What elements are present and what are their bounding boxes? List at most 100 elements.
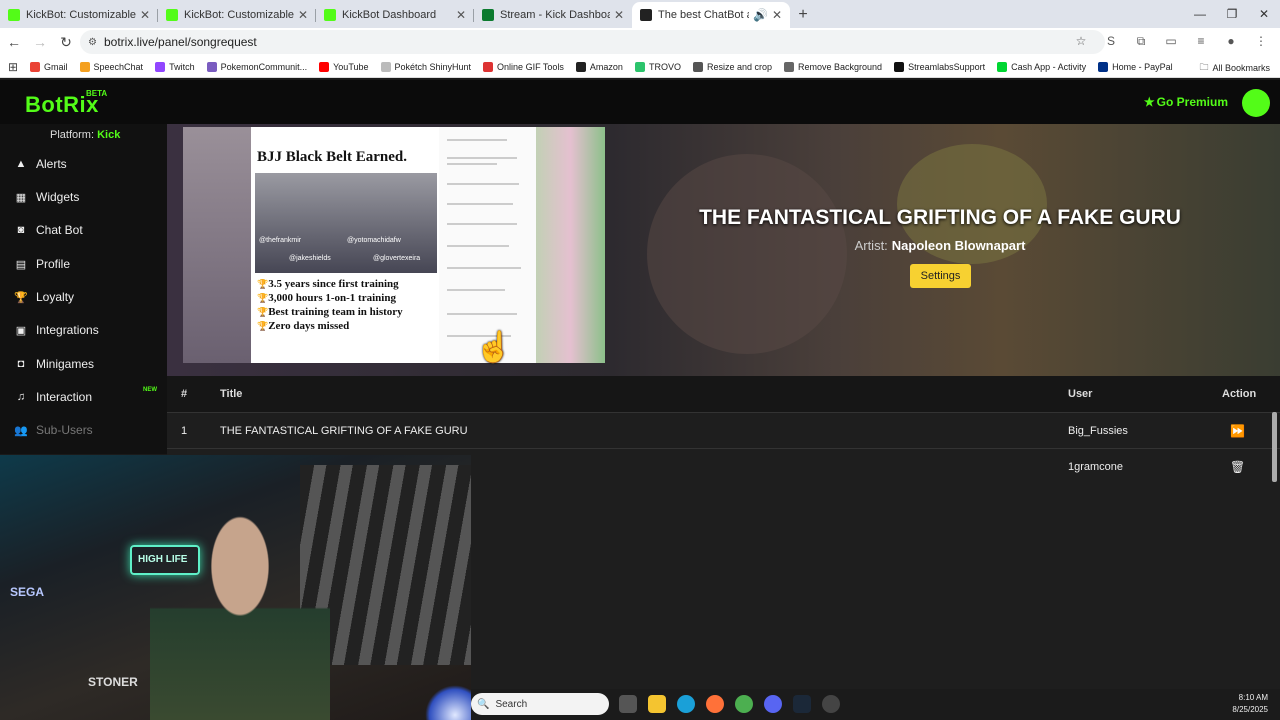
- row-user: Big_Fussies: [1068, 424, 1128, 437]
- bookmark[interactable]: PokemonCommunit...: [206, 61, 307, 72]
- kick-favicon-icon: [166, 9, 178, 21]
- plug-icon: ▣: [15, 324, 27, 337]
- close-tab-icon[interactable]: ✕: [140, 8, 150, 22]
- system-clock[interactable]: 8:10 AM 8/25/2025: [1232, 692, 1268, 716]
- bookmark[interactable]: Amazon: [575, 61, 623, 72]
- taskbar-search[interactable]: 🔍 Search: [471, 693, 609, 715]
- sidebar-item-widgets[interactable]: ▦ Widgets: [0, 183, 167, 211]
- bookmark[interactable]: Resize and crop: [692, 61, 772, 72]
- page-scrollbar[interactable]: [1272, 412, 1277, 482]
- bookmark[interactable]: SpeechChat: [79, 61, 143, 72]
- now-playing-artist: Artist: Napoleon Blownapart: [854, 238, 1026, 253]
- sidebar-item-interaction[interactable]: ♫ Interaction NEW: [0, 383, 167, 411]
- bookmark[interactable]: Gmail: [30, 61, 68, 72]
- bookmark[interactable]: Twitch: [155, 61, 195, 72]
- media-queue-icon[interactable]: ≡: [1192, 32, 1210, 50]
- browser-tab[interactable]: KickBot: Customizable Chat Bo ✕: [158, 2, 316, 28]
- apps-grid-icon[interactable]: ⊞: [0, 60, 26, 74]
- tab-label: KickBot Dashboard: [342, 9, 437, 21]
- tab-label: KickBot: Customizable Chat Bo: [26, 9, 136, 21]
- star-icon: ★: [1143, 95, 1155, 109]
- row-user: 1gramcone: [1068, 460, 1124, 473]
- url-bar[interactable]: ⚙ botrix.live/panel/songrequest: [80, 30, 1105, 54]
- tab-label: Stream - Kick Dashboard: [500, 9, 610, 21]
- row-title: THE FANTASTICAL GRIFTING OF A FAKE GURU: [220, 424, 468, 437]
- back-icon[interactable]: ←: [2, 30, 26, 54]
- forward-icon[interactable]: →: [28, 30, 52, 54]
- bookmark[interactable]: Online GIF Tools: [483, 61, 564, 72]
- steam-icon[interactable]: [793, 695, 811, 713]
- sidebar-item-profile[interactable]: ▤ Profile: [0, 250, 167, 278]
- edge-icon[interactable]: [677, 695, 695, 713]
- tab-label: The best ChatBot and Widg: [658, 9, 749, 21]
- bookmarks-bar: ⊞ Gmail SpeechChat Twitch PokemonCommuni…: [0, 56, 1280, 78]
- gamepad-icon: ◘: [17, 358, 25, 370]
- toolbar-icons: ☆ S ⧉ ▭ ≡ ● ⋮: [1072, 32, 1270, 50]
- browser-tab-active[interactable]: The best ChatBot and Widg 🔊 ✕: [632, 2, 790, 28]
- thumbnail-comments: [439, 127, 536, 363]
- app-header: BotRix BETA ★ Go Premium: [0, 80, 1280, 124]
- profile-avatar-icon[interactable]: ●: [1222, 32, 1240, 50]
- kick-favicon-icon: [8, 9, 20, 21]
- reload-icon[interactable]: ↻: [54, 30, 78, 54]
- browser-tab[interactable]: KickBot Dashboard ✕: [316, 2, 474, 28]
- window-controls: — ❐ ✕: [1184, 0, 1280, 28]
- bookmark[interactable]: YouTube: [319, 61, 369, 72]
- kebab-menu-icon[interactable]: ⋮: [1252, 32, 1270, 50]
- user-avatar[interactable]: [1242, 89, 1270, 117]
- table-header: # Title User Action: [167, 376, 1280, 412]
- music-icon: ♫: [16, 391, 26, 403]
- sidebar-item-sub-users[interactable]: 👥 Sub-Users: [0, 416, 167, 444]
- bookmark[interactable]: TROVO: [634, 61, 681, 72]
- bookmark[interactable]: StreamlabsSupport: [894, 61, 985, 72]
- bookmark[interactable]: Pokétch ShinyHunt: [380, 61, 471, 72]
- now-playing-title: THE FANTASTICAL GRIFTING OF A FAKE GURU: [699, 206, 1181, 229]
- new-tab-button[interactable]: +: [790, 2, 816, 28]
- cast-icon[interactable]: ▭: [1162, 32, 1180, 50]
- close-window-icon[interactable]: ✕: [1248, 0, 1280, 28]
- close-tab-icon[interactable]: ✕: [456, 8, 466, 22]
- browser-tab[interactable]: Stream - Kick Dashboard ✕: [474, 2, 632, 28]
- bookmark[interactable]: Remove Background: [784, 61, 882, 72]
- bookmark[interactable]: Cash App - Activity: [997, 61, 1086, 72]
- discord-icon[interactable]: [764, 695, 782, 713]
- bookmark[interactable]: Home - PayPal: [1098, 61, 1173, 72]
- site-info-icon[interactable]: ⚙: [88, 37, 97, 48]
- bookmark-star-icon[interactable]: ☆: [1072, 32, 1090, 50]
- firefox-icon[interactable]: [706, 695, 724, 713]
- row-num: 1: [181, 424, 188, 437]
- go-premium-button[interactable]: ★ Go Premium: [1144, 95, 1228, 109]
- close-tab-icon[interactable]: ✕: [772, 8, 782, 22]
- settings-button[interactable]: Settings: [910, 264, 971, 288]
- extensions-puzzle-icon[interactable]: ⧉: [1132, 32, 1150, 50]
- browser-tab[interactable]: KickBot: Customizable Chat Bo ✕: [0, 2, 158, 28]
- speaker-icon[interactable]: 🔊: [753, 8, 768, 22]
- chrome-icon[interactable]: [735, 695, 753, 713]
- close-tab-icon[interactable]: ✕: [298, 8, 308, 22]
- all-bookmarks[interactable]: 🗀 All Bookmarks: [1199, 60, 1270, 76]
- restore-icon[interactable]: ❐: [1216, 0, 1248, 28]
- shirt-text: STONER: [88, 675, 138, 689]
- header-title: Title: [220, 388, 243, 400]
- hand-cursor-icon: ☝: [475, 331, 513, 364]
- sidebar-item-integrations[interactable]: ▣ Integrations: [0, 316, 167, 344]
- trophy-icon: 🏆: [14, 291, 28, 304]
- extension-s-icon[interactable]: S: [1102, 32, 1120, 50]
- id-card-icon: ▤: [15, 258, 27, 271]
- platform-indicator: Platform: Kick: [50, 129, 121, 141]
- trash-icon[interactable]: 🗑: [1230, 460, 1245, 474]
- obs-icon[interactable]: [822, 695, 840, 713]
- close-tab-icon[interactable]: ✕: [614, 8, 624, 22]
- sidebar-item-loyalty[interactable]: 🏆 Loyalty: [0, 283, 167, 311]
- task-view-icon[interactable]: [619, 695, 637, 713]
- sidebar-item-minigames[interactable]: ◘ Minigames: [0, 350, 167, 378]
- video-thumbnail[interactable]: BJJ Black Belt Earned. @thefrankmir @yot…: [183, 127, 605, 363]
- table-row: 1 THE FANTASTICAL GRIFTING OF A FAKE GUR…: [167, 412, 1280, 448]
- file-explorer-icon[interactable]: [648, 695, 666, 713]
- minimize-icon[interactable]: —: [1184, 0, 1216, 28]
- sidebar-item-alerts[interactable]: ▲ Alerts: [0, 150, 167, 178]
- sidebar-item-chat-bot[interactable]: ◙ Chat Bot: [0, 216, 167, 244]
- sega-sign: SEGA: [10, 585, 45, 599]
- skip-forward-icon[interactable]: ⏩: [1230, 424, 1245, 438]
- warning-icon: ▲: [15, 158, 27, 170]
